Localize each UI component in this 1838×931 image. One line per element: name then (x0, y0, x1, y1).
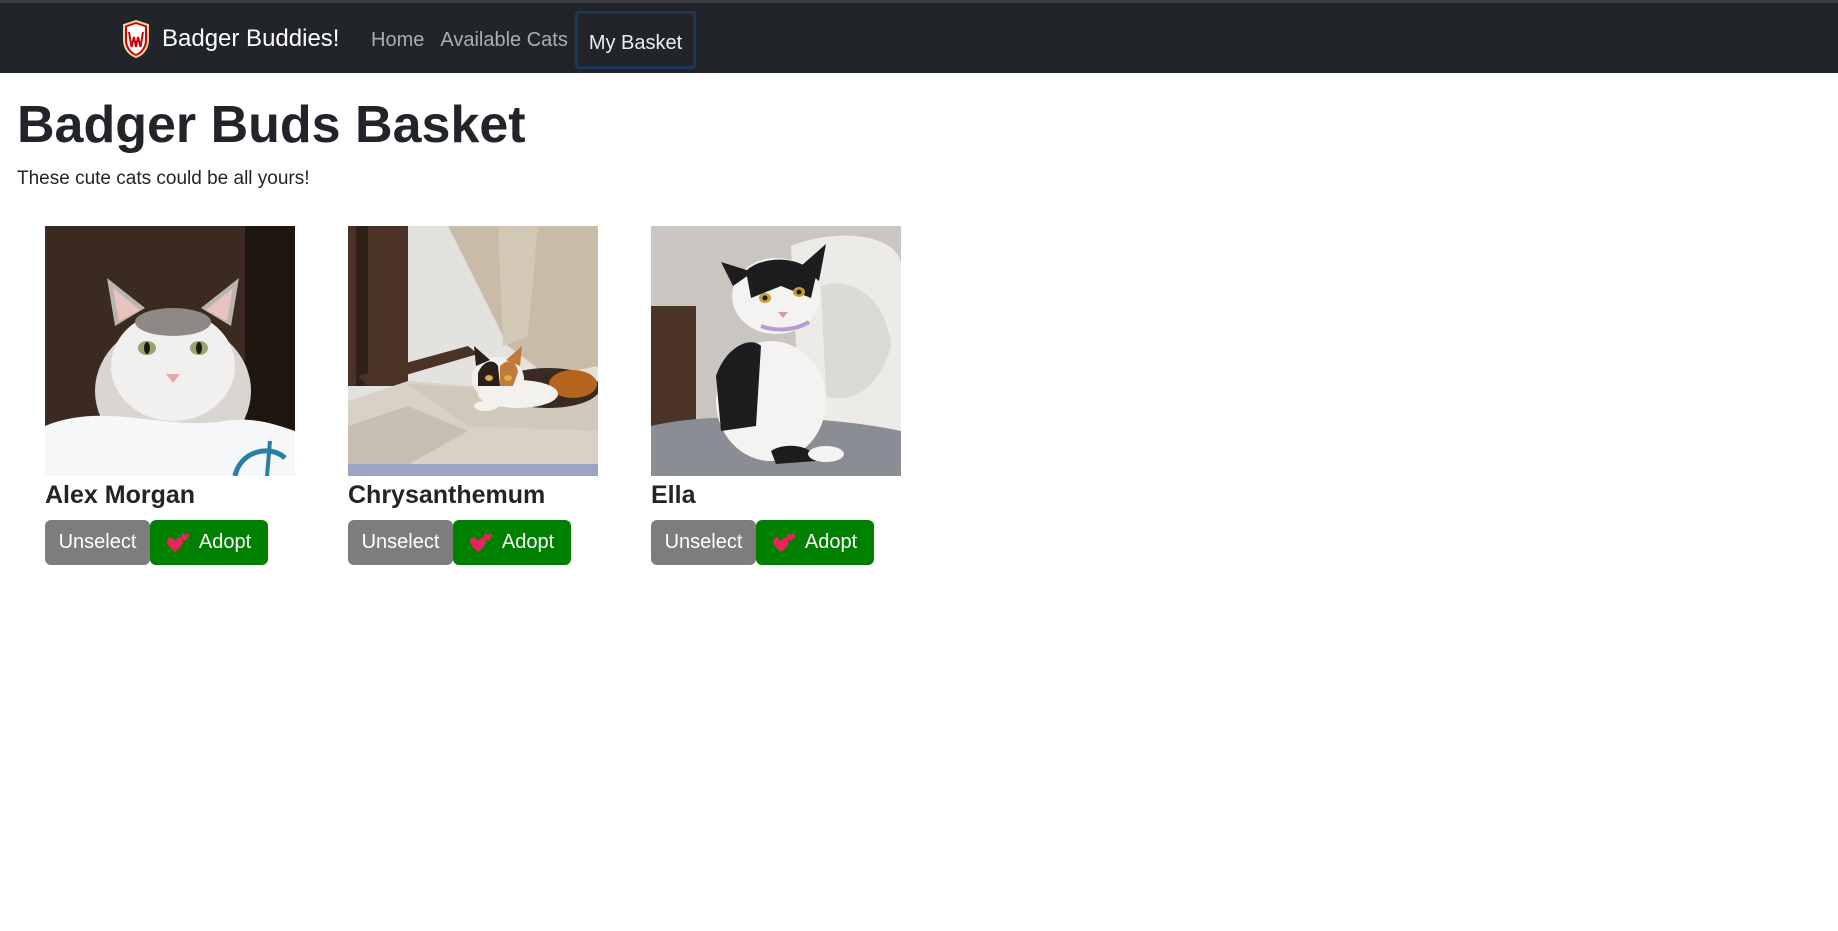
cat-actions: Unselect Adopt (45, 520, 295, 565)
nav-link-my-basket[interactable]: My Basket (574, 11, 697, 69)
adopt-button[interactable]: Adopt (453, 520, 571, 565)
cat-photo (348, 226, 598, 476)
nav-link-available-cats[interactable]: Available Cats (435, 11, 572, 69)
cat-photo (45, 226, 295, 476)
adopt-label: Adopt (804, 531, 858, 553)
cat-name: Alex Morgan (45, 481, 196, 509)
cat-name: Chrysanthemum (348, 481, 546, 509)
two-hearts-icon (166, 533, 189, 552)
adopt-label: Adopt (198, 531, 252, 553)
cat-actions: Unselect Adopt (348, 520, 598, 565)
cat-card: Chrysanthemum Unselect Adopt (348, 226, 598, 565)
cat-actions: Unselect Adopt (651, 520, 901, 565)
brand-title: Badger Buddies! (162, 25, 340, 52)
unselect-button[interactable]: Unselect (348, 520, 453, 565)
adopt-label: Adopt (501, 531, 555, 553)
uw-crest-icon (123, 20, 149, 58)
page-title: Badger Buds Basket (17, 96, 526, 154)
two-hearts-icon (469, 533, 492, 552)
cat-card: Ella Unselect Adopt (651, 226, 901, 565)
nav-links: Home Available Cats My Basket (366, 10, 702, 70)
navbar: Badger Buddies! Home Available Cats My B… (0, 0, 1838, 73)
unselect-button[interactable]: Unselect (651, 520, 756, 565)
adopt-button[interactable]: Adopt (150, 520, 268, 565)
nav-link-home[interactable]: Home (366, 11, 429, 69)
cat-photo (651, 226, 901, 476)
cat-name: Ella (651, 481, 696, 509)
page-subtitle: These cute cats could be all yours! (17, 168, 310, 189)
two-hearts-icon (772, 533, 795, 552)
brand-link[interactable]: Badger Buddies! (122, 19, 339, 59)
cat-card: Alex Morgan Unselect Adopt (45, 226, 295, 565)
cat-list: Alex Morgan Unselect Adopt Chrysanthemum… (45, 226, 954, 565)
unselect-button[interactable]: Unselect (45, 520, 150, 565)
adopt-button[interactable]: Adopt (756, 520, 874, 565)
